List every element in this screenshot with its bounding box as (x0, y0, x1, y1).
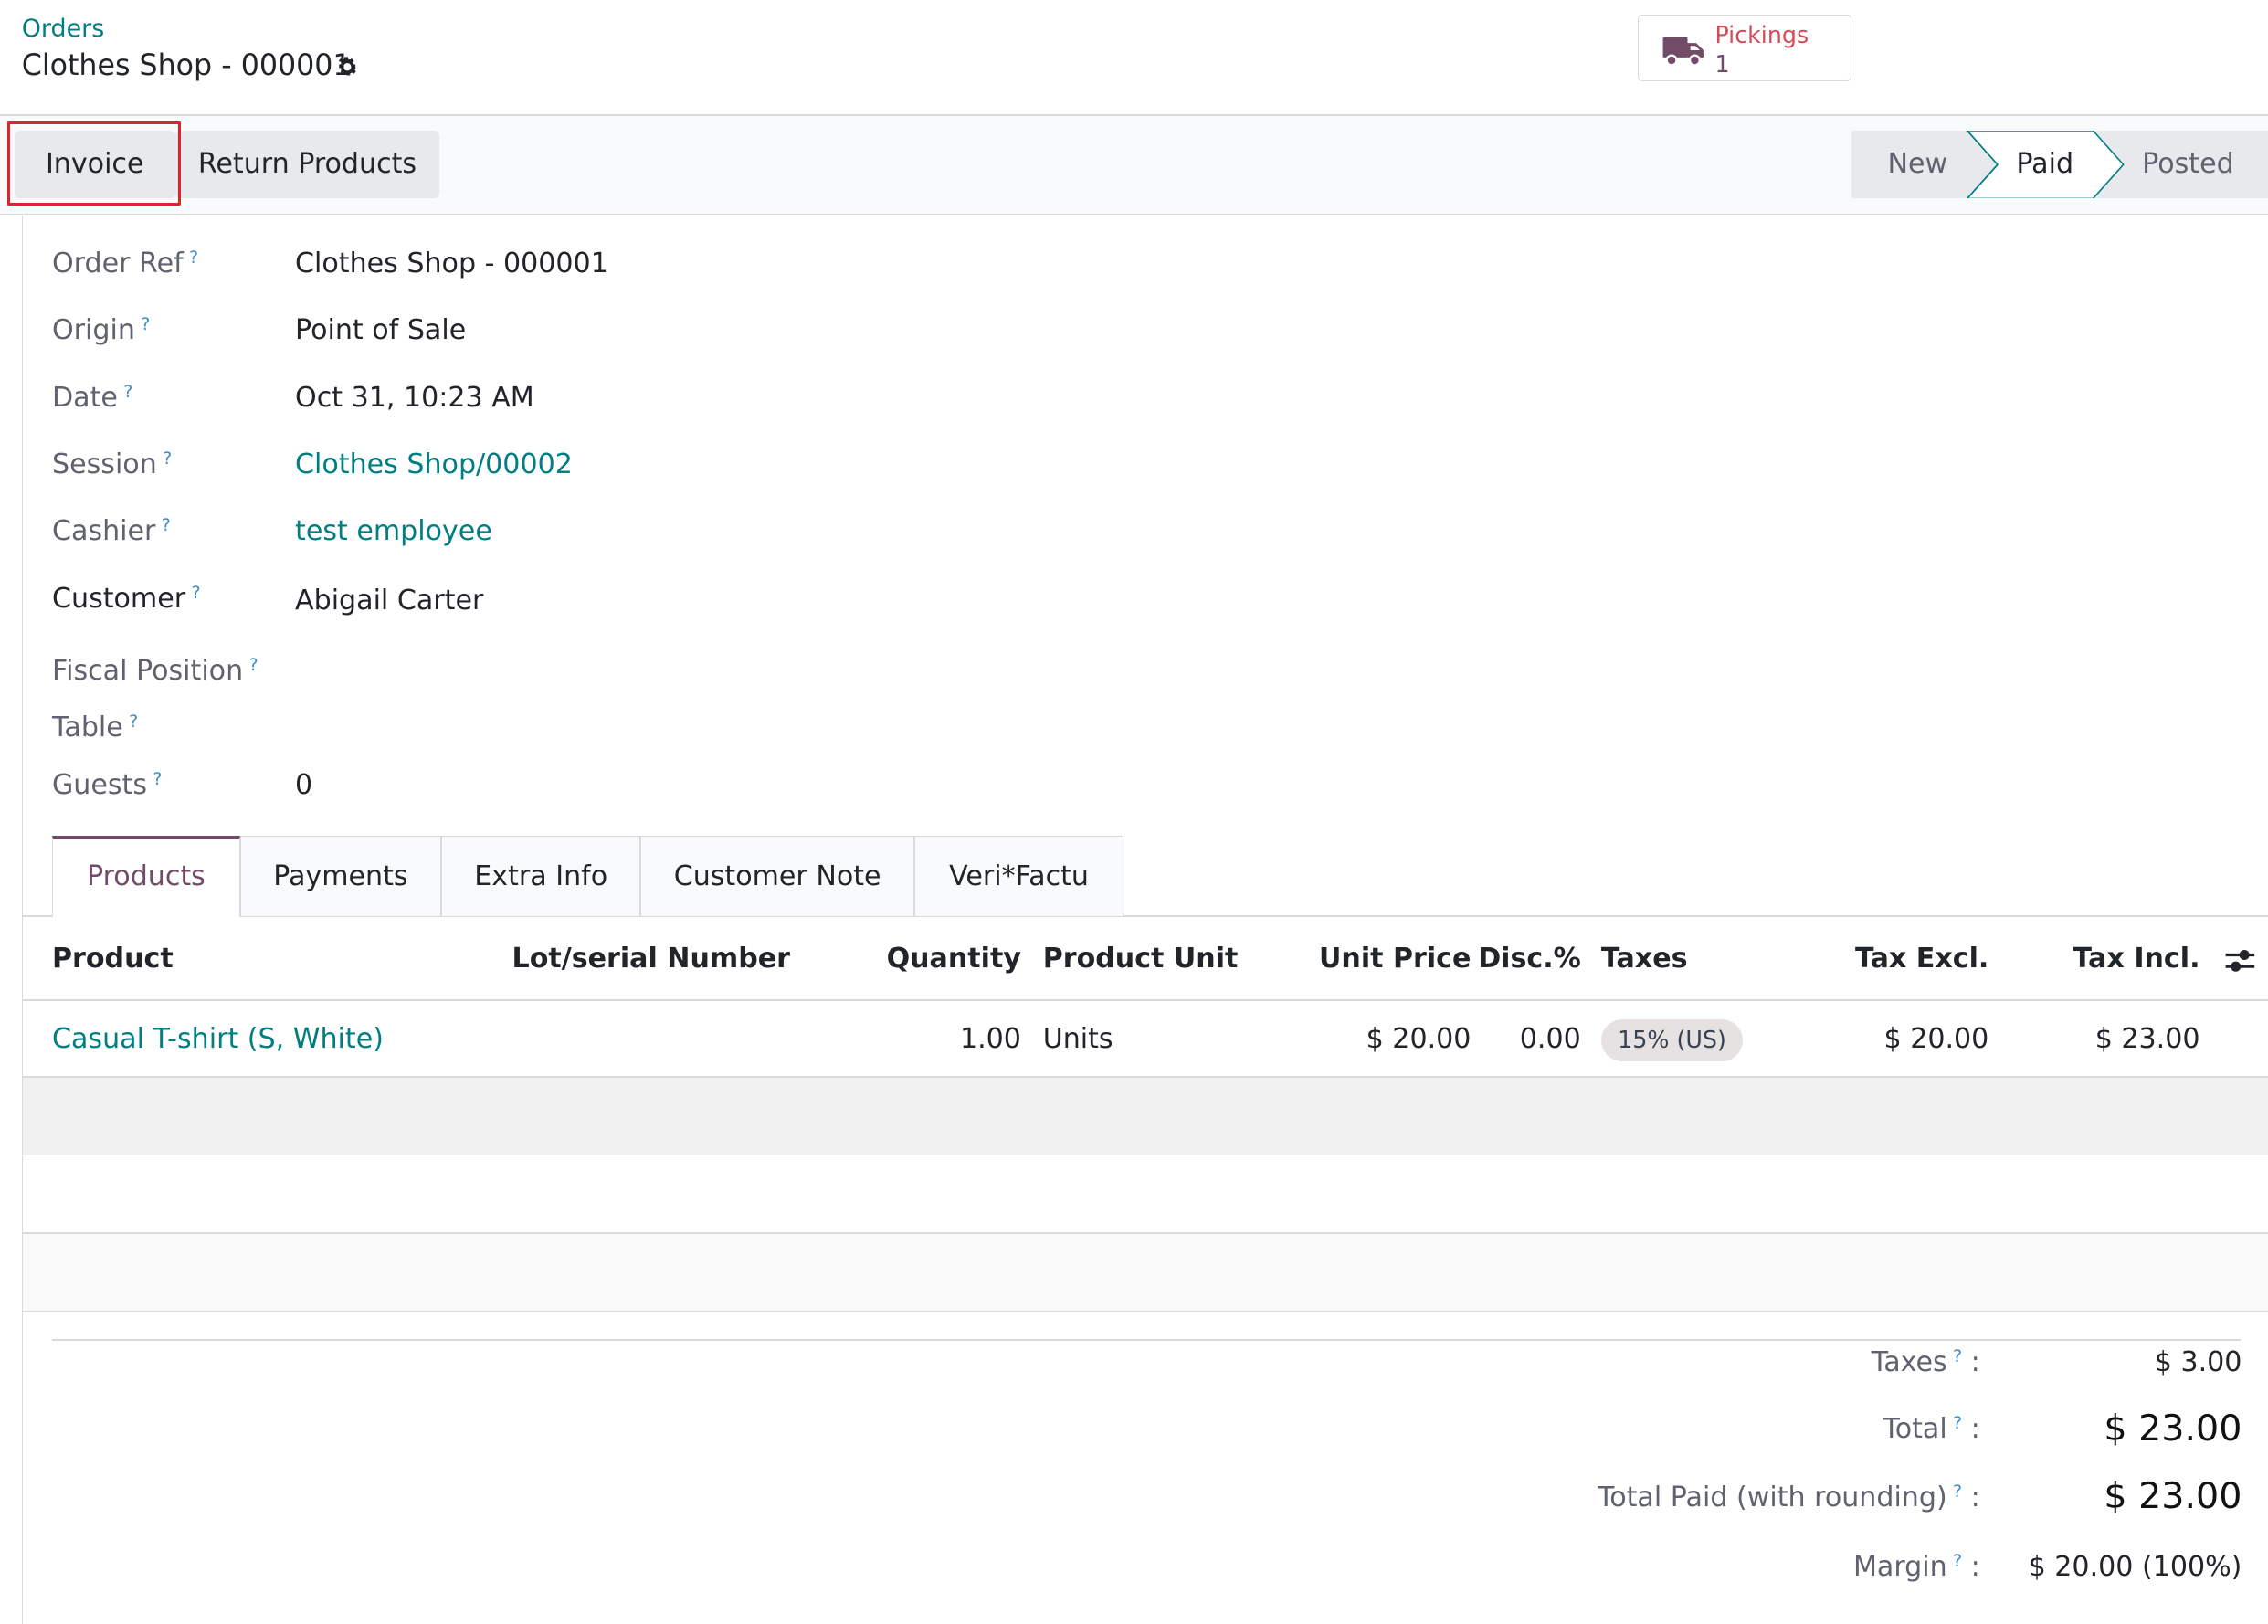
order-ref-label: Order Ref? (52, 247, 199, 279)
column-header-product-unit[interactable]: Product Unit (1043, 943, 1239, 975)
help-icon[interactable]: ? (1953, 1551, 1962, 1571)
tab-payments[interactable]: Payments (239, 836, 441, 917)
return-products-button[interactable]: Return Products (174, 130, 440, 198)
invoice-highlight (6, 121, 181, 206)
total-summary-value: $ 23.00 (2104, 1407, 2242, 1450)
guests-value: 0 (295, 769, 313, 802)
customer-field[interactable]: Abigail Carter (295, 585, 483, 617)
empty-row (23, 1233, 2268, 1311)
session-label: Session? (52, 448, 173, 480)
tab-extra-info[interactable]: Extra Info (440, 836, 641, 917)
stage-new[interactable]: New (1887, 131, 1947, 198)
fiscal-position-label: Fiscal Position? (52, 655, 258, 688)
help-icon[interactable]: ? (123, 382, 132, 402)
tax-badge: 15% (US) (1600, 1019, 1744, 1062)
stage-posted[interactable]: Posted (2142, 131, 2234, 198)
tax-excl-cell: $ 20.00 (1883, 1022, 1989, 1055)
help-icon[interactable]: ? (248, 655, 258, 675)
column-header-discount[interactable]: Disc.% (1478, 943, 1581, 975)
help-icon[interactable]: ? (189, 248, 198, 268)
breadcrumb-orders-link[interactable]: Orders (22, 15, 104, 43)
help-icon[interactable]: ? (1953, 1413, 1962, 1433)
customer-label: Customer? (52, 583, 201, 616)
guests-label: Guests? (52, 769, 163, 802)
help-icon[interactable]: ? (153, 769, 162, 789)
tab-customer-note[interactable]: Customer Note (640, 836, 914, 917)
table-header-divider (23, 999, 2268, 1001)
unit-price-cell: $ 20.00 (1366, 1022, 1472, 1055)
help-icon[interactable]: ? (1953, 1346, 1962, 1366)
pickings-smart-button[interactable]: Pickings 1 (1637, 14, 1851, 81)
product-link[interactable]: Casual T-shirt (S, White) (52, 1023, 384, 1055)
help-icon[interactable]: ? (191, 583, 200, 603)
margin-value: $ 20.00 (100%) (2028, 1550, 2242, 1583)
date-label: Date? (52, 382, 133, 415)
statusbar: New Paid Posted (1851, 130, 2268, 198)
column-header-taxes[interactable]: Taxes (1601, 943, 1688, 975)
origin-value: Point of Sale (295, 313, 467, 346)
stage-paid[interactable]: Paid (2016, 131, 2073, 198)
pickings-count: 1 (1714, 49, 1730, 78)
summary-divider (52, 1339, 2241, 1341)
quantity-cell: 1.00 (959, 1022, 1021, 1055)
tax-incl-cell: $ 23.00 (2094, 1022, 2200, 1055)
help-icon[interactable]: ? (163, 448, 172, 469)
tab-verifactu[interactable]: Veri*Factu (913, 836, 1124, 917)
date-value: Oct 31, 10:23 AM (295, 382, 534, 415)
empty-row (23, 1155, 2268, 1233)
column-header-tax-excl[interactable]: Tax Excl. (1855, 943, 1988, 975)
column-header-unit-price[interactable]: Unit Price (1319, 943, 1471, 975)
taxes-summary-label: Taxes? : (1871, 1346, 1980, 1379)
column-header-product[interactable]: Product (52, 943, 174, 975)
column-header-lot[interactable]: Lot/serial Number (512, 943, 790, 975)
help-icon[interactable]: ? (1953, 1482, 1962, 1502)
pickings-label: Pickings (1714, 21, 1809, 49)
origin-label: Origin? (52, 313, 151, 346)
discount-cell: 0.00 (1519, 1022, 1581, 1055)
gear-icon[interactable] (334, 54, 361, 80)
column-header-tax-incl[interactable]: Tax Incl. (2073, 943, 2200, 975)
order-ref-value: Clothes Shop - 000001 (295, 247, 608, 279)
help-icon[interactable]: ? (141, 314, 150, 334)
total-summary-label: Total? : (1883, 1413, 1980, 1446)
cashier-link[interactable]: test employee (295, 515, 492, 547)
table-label: Table? (52, 712, 139, 744)
truck-icon (1662, 37, 1704, 67)
empty-row (23, 1077, 2268, 1155)
page-title: Clothes Shop - 000001 (21, 48, 352, 82)
help-icon[interactable]: ? (162, 515, 171, 535)
optional-columns-icon[interactable] (2224, 946, 2256, 975)
help-icon[interactable]: ? (129, 712, 138, 732)
row-divider (23, 1310, 2268, 1313)
session-link[interactable]: Clothes Shop/00002 (295, 448, 573, 480)
unit-cell: Units (1042, 1022, 1113, 1055)
cashier-label: Cashier? (52, 514, 171, 547)
tab-products[interactable]: Products (52, 836, 240, 917)
margin-label: Margin? : (1852, 1550, 1980, 1583)
total-paid-label: Total Paid (with rounding)? : (1597, 1481, 1980, 1513)
taxes-summary-value: $ 3.00 (2154, 1346, 2242, 1379)
control-bar: Invoice Return Products New Paid Posted (0, 115, 2268, 216)
total-paid-value: $ 23.00 (2104, 1475, 2242, 1518)
column-header-quantity[interactable]: Quantity (887, 943, 1021, 975)
